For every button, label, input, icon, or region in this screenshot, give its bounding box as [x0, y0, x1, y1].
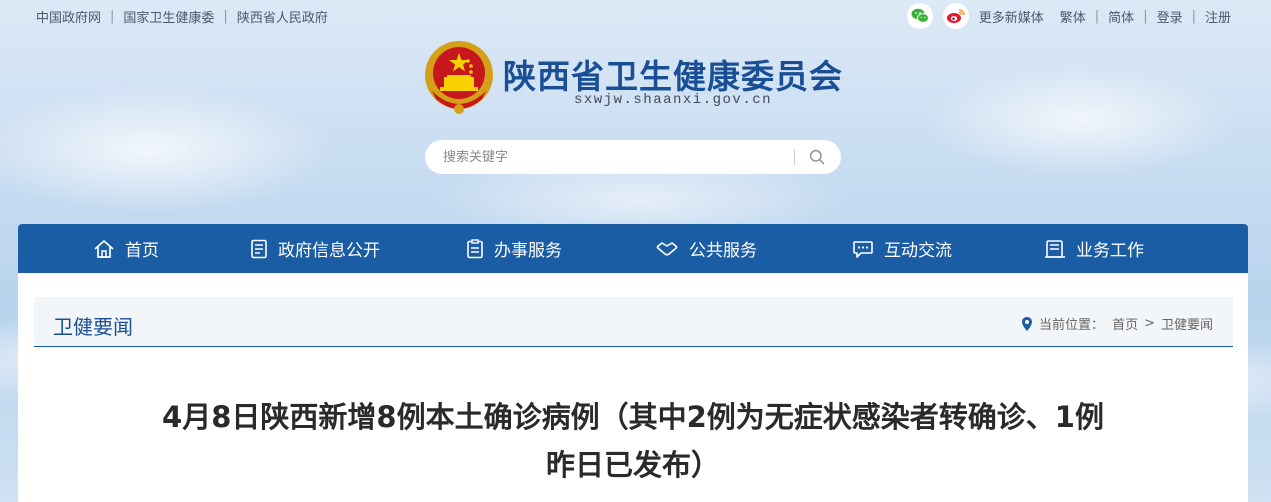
register-link[interactable]: 注册 [1205, 7, 1231, 26]
nav-item-services[interactable]: 办事服务 [466, 224, 562, 273]
article-title-line1: 4月8日陕西新增8例本土确诊病例（其中2例为无症状感染者转确诊、1例 [162, 400, 1104, 434]
search-icon [809, 149, 825, 165]
nav-item-label: 政府信息公开 [278, 241, 380, 261]
article-title: 4月8日陕西新增8例本土确诊病例（其中2例为无症状感染者转确诊、1例 昨日已发布… [78, 393, 1188, 489]
search-divider [794, 149, 795, 165]
nav-item-label: 首页 [125, 241, 159, 261]
weibo-icon[interactable] [942, 3, 969, 29]
search-button[interactable] [803, 143, 831, 171]
search-box [425, 140, 841, 174]
breadcrumb: 当前位置： 首页 > 卫健要闻 [1021, 314, 1213, 333]
top-links: 中国政府网 | 国家卫生健康委 | 陕西省人民政府 [36, 7, 328, 26]
home-icon [94, 239, 114, 258]
traditional-chinese-link[interactable]: 繁体 [1060, 7, 1086, 26]
section-title: 卫健要闻 [53, 315, 133, 339]
wechat-icon[interactable] [906, 3, 933, 29]
link-separator: | [1191, 8, 1196, 24]
login-link[interactable]: 登录 [1157, 7, 1183, 26]
search-input[interactable] [443, 142, 794, 172]
nav-item-home[interactable]: 首页 [93, 224, 159, 273]
site-title[interactable]: 陕西省卫生健康委员会 [503, 50, 843, 98]
top-right-bar: 更多新媒体 繁体 | 简体 | 登录 | 注册 [906, 3, 1231, 29]
breadcrumb-prefix: 当前位置： [1039, 318, 1105, 333]
article-title-line2: 昨日已发布） [545, 448, 720, 482]
content-panel: 卫健要闻 当前位置： 首页 > 卫健要闻 4月8日陕西新增8例本土确诊病例（其中… [18, 273, 1248, 502]
nav-item-public-services[interactable]: 公共服务 [655, 224, 757, 273]
link-separator: | [1143, 8, 1148, 24]
simplified-chinese-link[interactable]: 简体 [1108, 7, 1134, 26]
link-separator: | [223, 8, 228, 24]
breadcrumb-home[interactable]: 首页 [1112, 314, 1138, 333]
nav-item-label: 业务工作 [1076, 241, 1144, 261]
site-url: sxwjw.shaanxi.gov.cn [574, 92, 773, 108]
link-shaanxi-gov[interactable]: 陕西省人民政府 [237, 7, 328, 26]
location-pin-icon [1022, 316, 1033, 331]
nav-item-label: 互动交流 [884, 241, 952, 261]
nav-item-label: 办事服务 [494, 241, 562, 261]
more-media-link[interactable]: 更多新媒体 [979, 7, 1044, 26]
nav-item-label: 公共服务 [689, 241, 757, 261]
nav-item-gov-info[interactable]: 政府信息公开 [250, 224, 380, 273]
section-header: 卫健要闻 当前位置： 首页 > 卫健要闻 [34, 297, 1233, 347]
breadcrumb-separator: > [1144, 316, 1155, 331]
nav-item-business[interactable]: 业务工作 [1044, 224, 1144, 273]
link-separator: | [110, 8, 115, 24]
link-separator: | [1094, 8, 1100, 24]
breadcrumb-current[interactable]: 卫健要闻 [1161, 314, 1213, 333]
handshake-icon [656, 241, 678, 256]
link-nhc[interactable]: 国家卫生健康委 [123, 7, 214, 26]
clipboard-icon [467, 238, 483, 258]
main-nav: 首页 政府信息公开 办事服务 公共服务 互动交流 业务工作 [18, 224, 1248, 273]
chat-icon [853, 240, 873, 258]
link-china-gov[interactable]: 中国政府网 [36, 7, 101, 26]
document-icon [251, 239, 267, 258]
nav-item-interaction[interactable]: 互动交流 [852, 224, 952, 273]
folder-icon [1045, 239, 1065, 258]
national-emblem-icon [425, 41, 493, 114]
